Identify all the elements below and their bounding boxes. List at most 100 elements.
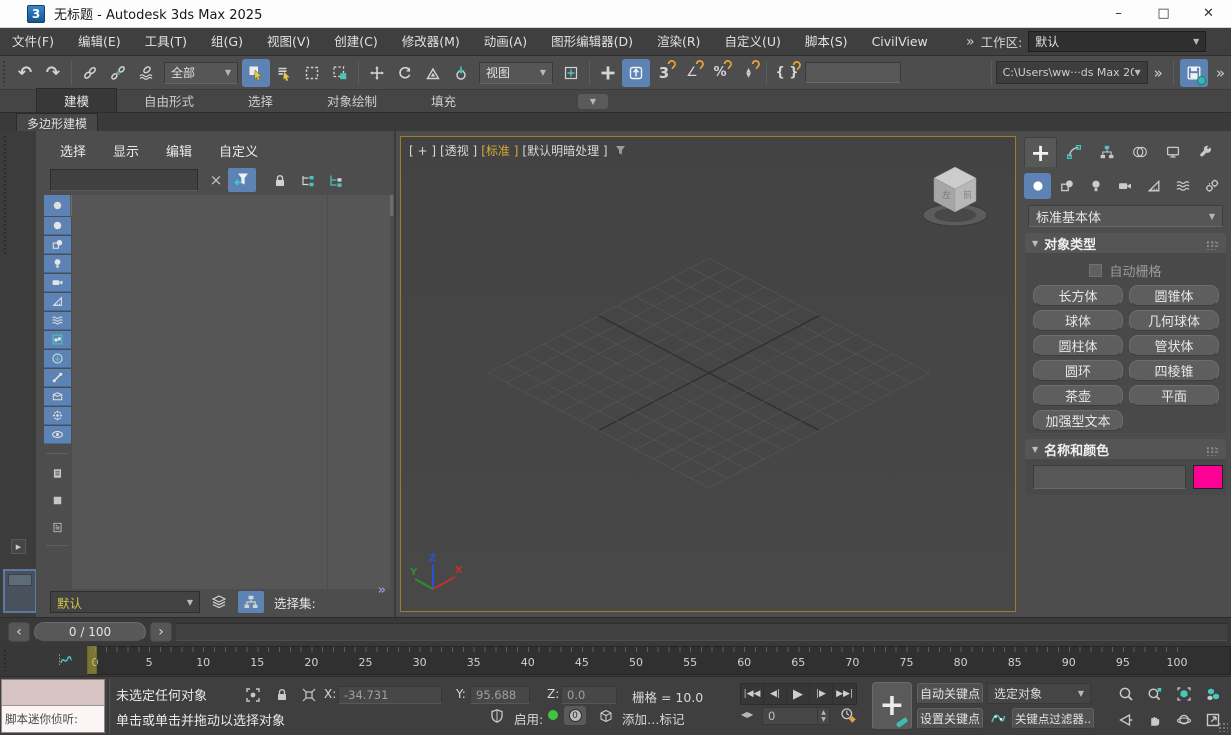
viewcube-front-face-label[interactable]: 前 <box>963 189 972 201</box>
isolate-selection-toggle[interactable] <box>243 685 263 705</box>
menu-item[interactable]: 动画(A) <box>472 28 539 55</box>
add-time-tag[interactable]: 添加…标记 <box>622 709 685 728</box>
reference-coordinate-dropdown[interactable]: 视图▼ <box>479 62 553 84</box>
filter-shapes-toggle[interactable] <box>44 236 71 254</box>
filter-bones-toggle[interactable] <box>44 369 71 387</box>
time-slider-frame-display[interactable]: 0 / 100 <box>34 622 146 642</box>
viewport-layout-tab[interactable] <box>3 569 37 613</box>
filter-lights-toggle[interactable] <box>44 255 71 273</box>
filter-containers-toggle[interactable] <box>44 388 71 406</box>
play-button[interactable]: ▶ <box>787 684 810 704</box>
save-file-button[interactable] <box>1180 59 1208 87</box>
key-mode-toggle[interactable]: ◀▶ <box>741 710 753 719</box>
primitive-button[interactable]: 四棱锥 <box>1129 360 1219 381</box>
select-and-rotate-button[interactable] <box>391 59 419 87</box>
pan-view-button[interactable] <box>1141 708 1168 732</box>
absolute-mode-transform-button[interactable] <box>299 685 319 705</box>
next-frame-arrow[interactable]: › <box>150 622 172 642</box>
current-frame-marker[interactable] <box>87 646 97 674</box>
trackbar-drag-handle[interactable] <box>3 649 8 671</box>
scene-object-list[interactable] <box>72 195 390 589</box>
layer-dropdown[interactable]: 默认 ▼ <box>50 591 200 613</box>
maximize-button[interactable]: □ <box>1141 0 1186 27</box>
category-helpers-button[interactable] <box>1140 173 1167 199</box>
ribbon-tab[interactable]: 自由形式 <box>117 89 221 112</box>
selection-filter-dropdown[interactable]: 全部▼ <box>164 62 238 84</box>
redo-button[interactable]: ↷ <box>39 59 67 87</box>
menu-item[interactable]: 文件(F) <box>0 28 66 55</box>
explorer-filter-button[interactable] <box>228 168 256 192</box>
zoom-extents-all-button[interactable] <box>1199 682 1226 706</box>
tab-modify[interactable] <box>1057 137 1090 167</box>
x-coordinate-field[interactable]: -34.731 <box>338 686 442 704</box>
filter-geometry-toggle[interactable] <box>44 217 71 235</box>
spinner-arrows-icon[interactable]: ▲▼ <box>818 707 830 725</box>
filter-visibility-toggle[interactable] <box>44 426 71 444</box>
filter-xrefs-toggle[interactable] <box>44 350 71 368</box>
rectangular-selection-region-button[interactable] <box>298 59 326 87</box>
listener-script-row[interactable]: 脚本迷你侦听: <box>2 706 104 732</box>
name-color-rollout-header[interactable]: ▼ 名称和颜色 ::: <box>1025 439 1226 459</box>
explorer-detail-view-button[interactable] <box>44 515 71 539</box>
menu-item[interactable]: 自定义(U) <box>712 28 792 55</box>
category-cameras-button[interactable] <box>1111 173 1138 199</box>
primitive-button[interactable]: 圆环 <box>1033 360 1123 381</box>
filter-groups-toggle[interactable] <box>44 331 71 349</box>
field-of-view-button[interactable] <box>1112 708 1139 732</box>
toolbar-overflow2-icon[interactable]: » <box>1210 64 1231 82</box>
menu-item[interactable]: 修改器(M) <box>390 28 472 55</box>
viewport-menu-general[interactable]: [ + ] <box>409 144 436 158</box>
toolbar-drag-handle[interactable] <box>2 60 7 86</box>
primitive-button[interactable]: 平面 <box>1129 385 1219 406</box>
angle-snap-button[interactable]: ∠ <box>678 59 706 87</box>
tab-hierarchy[interactable] <box>1090 137 1123 167</box>
explorer-search-input[interactable] <box>50 169 198 191</box>
explorer-list-view-button[interactable] <box>44 461 71 485</box>
expand-hierarchy-button[interactable] <box>296 170 320 192</box>
selection-lock-toggle[interactable] <box>272 685 292 705</box>
filter-spacewarps-toggle[interactable] <box>44 312 71 330</box>
trackbar-ruler[interactable]: 0510152025303540455055606570758085909510… <box>88 646 1231 675</box>
select-object-button[interactable] <box>242 59 270 87</box>
mute-count-button[interactable]: 0 <box>564 706 586 725</box>
zoom-all-button[interactable] <box>1141 682 1168 706</box>
tab-create[interactable]: + <box>1024 137 1057 167</box>
mini-curve-editor-button[interactable] <box>52 648 78 672</box>
unlink-selection-button[interactable] <box>104 59 132 87</box>
primitive-category-dropdown[interactable]: 标准基本体 ▼ <box>1028 205 1223 227</box>
goto-end-button[interactable]: ▶▶| <box>833 684 856 704</box>
previous-frame-arrow[interactable]: ‹ <box>8 622 30 642</box>
ribbon-tab[interactable]: 对象绘制 <box>300 89 404 112</box>
category-geometry-button[interactable] <box>1024 173 1051 199</box>
set-keys-button[interactable]: + <box>872 682 912 730</box>
explorer-menu-item[interactable]: 自定义 <box>219 141 258 160</box>
filter-cameras-toggle[interactable] <box>44 274 71 292</box>
filter-particles-toggle[interactable] <box>44 407 71 425</box>
viewport-filter-icon[interactable] <box>614 144 627 157</box>
minimize-button[interactable]: – <box>1096 0 1141 27</box>
viewport-menu-pov[interactable]: [透视 ] <box>440 142 477 159</box>
menu-item[interactable]: 工具(T) <box>133 28 199 55</box>
viewcube-left-face-label[interactable]: 左 <box>942 189 951 201</box>
y-coordinate-field[interactable]: 95.688 <box>470 686 530 704</box>
previous-frame-button[interactable]: ◀| <box>764 684 787 704</box>
orbit-button[interactable] <box>1170 708 1197 732</box>
category-shapes-button[interactable] <box>1053 173 1080 199</box>
tab-motion[interactable] <box>1123 137 1156 167</box>
autogrid-checkbox[interactable] <box>1089 264 1102 277</box>
bind-to-spacewarp-button[interactable] <box>132 59 160 87</box>
window-resize-grip[interactable] <box>1218 722 1228 732</box>
edit-named-selection-sets-button[interactable]: { } <box>771 59 803 87</box>
primitive-button[interactable]: 加强型文本 <box>1033 410 1123 431</box>
close-button[interactable]: ✕ <box>1186 0 1231 27</box>
tab-utilities[interactable] <box>1189 137 1222 167</box>
primitive-button[interactable]: 管状体 <box>1129 335 1219 356</box>
menu-item[interactable]: 创建(C) <box>322 28 389 55</box>
primitive-button[interactable]: 长方体 <box>1033 285 1123 306</box>
project-folder-dropdown[interactable]: C:\Users\ww···ds Max 2025▼ <box>996 61 1148 84</box>
zoom-button[interactable] <box>1112 682 1139 706</box>
set-key-button[interactable]: 设置关键点 <box>917 708 983 729</box>
primitive-button[interactable]: 圆锥体 <box>1129 285 1219 306</box>
lock-explorer-button[interactable] <box>268 170 292 192</box>
perspective-viewport[interactable]: [ + ] [透视 ] [标准 ] [默认明暗处理 ] 左 前 Z X Y <box>400 136 1016 612</box>
